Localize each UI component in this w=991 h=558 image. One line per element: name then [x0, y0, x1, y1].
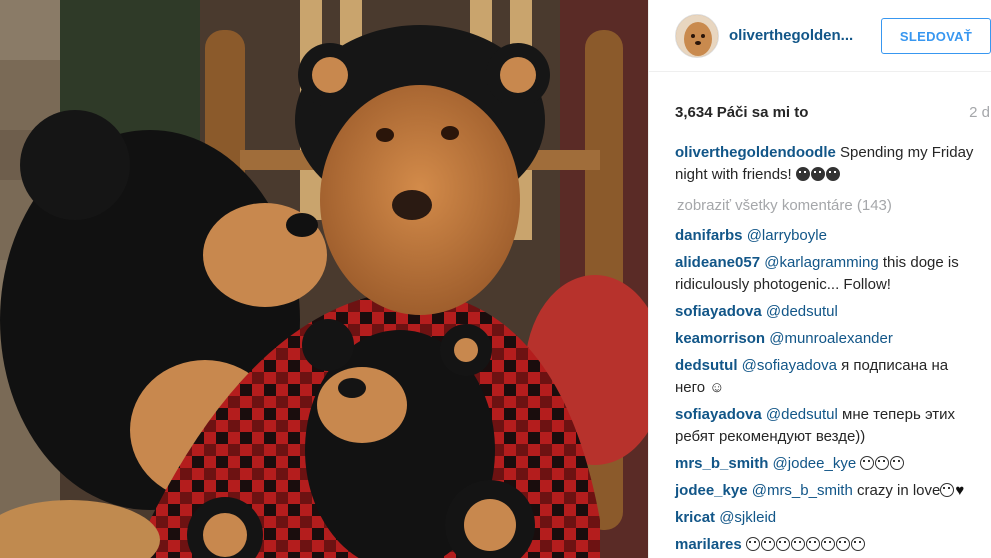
- comment-mention[interactable]: @dedsutul: [766, 303, 838, 320]
- post-age[interactable]: 2 d: [969, 104, 990, 121]
- comment-mention[interactable]: @munroalexander: [769, 330, 893, 347]
- comment-username[interactable]: alideane057: [675, 254, 760, 271]
- avatar[interactable]: [675, 14, 719, 58]
- post-photo[interactable]: [0, 0, 648, 558]
- comment-mention[interactable]: @sofiayadova: [742, 357, 837, 374]
- comment-username[interactable]: sofiayadova: [675, 303, 762, 320]
- comment-row: dedsutul @sofiayadova я подписана на нег…: [675, 355, 975, 399]
- love-emoji-icon: ♥: [940, 482, 964, 499]
- comment-username[interactable]: keamorrison: [675, 330, 765, 347]
- caption-username[interactable]: oliverthegoldendoodle: [675, 144, 836, 161]
- comment-row: sofiayadova @dedsutul: [675, 301, 975, 323]
- comment-row: kricat @sjkleid: [675, 507, 975, 529]
- post-stats: 3,634 Páči sa mi to 2 d: [649, 72, 991, 132]
- comment-list: oliverthegoldendoodle Spending my Friday…: [675, 142, 975, 558]
- comment-username[interactable]: mrs_b_smith: [675, 455, 768, 472]
- comment-mention[interactable]: @mrs_b_smith: [752, 482, 853, 499]
- comment-row: sofiayadova @dedsutul мне теперь этих ре…: [675, 404, 975, 448]
- caption: oliverthegoldendoodle Spending my Friday…: [675, 142, 975, 186]
- face-emoji-icon: [745, 536, 866, 553]
- cat-emoji-icon: [795, 166, 841, 183]
- comment-mention[interactable]: @dedsutul: [766, 406, 838, 423]
- comment-username[interactable]: jodee_kye: [675, 482, 748, 499]
- face-emoji-icon: [860, 455, 905, 472]
- username-link[interactable]: oliverthegolden...: [729, 27, 853, 44]
- comment-username[interactable]: marilares: [675, 536, 742, 553]
- comment-row: mrs_b_smith @jodee_kye: [675, 453, 975, 475]
- likes-count[interactable]: 3,634 Páči sa mi to: [675, 104, 808, 121]
- photo-image: [0, 0, 648, 558]
- avatar-image: [676, 15, 718, 57]
- post-header: oliverthegolden... SLEDOVAŤ: [649, 0, 991, 72]
- comment-mention[interactable]: @larryboyle: [747, 227, 827, 244]
- comment-username[interactable]: kricat: [675, 509, 715, 526]
- comment-row: jodee_kye @mrs_b_smith crazy in love ♥: [675, 480, 975, 502]
- comment-row: marilares: [675, 534, 975, 556]
- view-all-comments-link[interactable]: zobraziť všetky komentáre (143): [677, 195, 975, 217]
- comment-mention[interactable]: @jodee_kye: [773, 455, 857, 472]
- comment-mention[interactable]: @sjkleid: [719, 509, 776, 526]
- comment-row: keamorrison @munroalexander: [675, 328, 975, 350]
- comment-username[interactable]: danifarbs: [675, 227, 743, 244]
- post-sidebar: oliverthegolden... SLEDOVAŤ 3,634 Páči s…: [648, 0, 991, 558]
- comment-text: crazy in love: [856, 482, 941, 499]
- follow-button[interactable]: SLEDOVAŤ: [881, 18, 991, 54]
- comment-mention[interactable]: @karlagramming: [764, 254, 878, 271]
- comment-row: alideane057 @karlagramming this doge is …: [675, 252, 975, 296]
- comment-row: danifarbs @larryboyle: [675, 225, 975, 247]
- comment-username[interactable]: sofiayadova: [675, 406, 762, 423]
- comment-username[interactable]: dedsutul: [675, 357, 738, 374]
